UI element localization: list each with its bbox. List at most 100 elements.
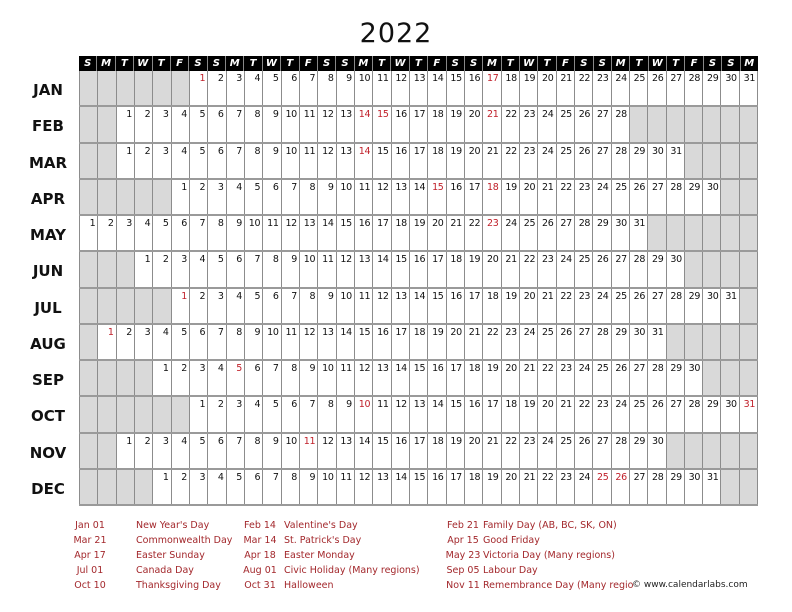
day-cell[interactable]: 6 <box>244 361 264 396</box>
day-cell[interactable]: 14 <box>354 143 374 178</box>
day-cell[interactable]: 26 <box>611 361 630 396</box>
day-cell[interactable]: 23 <box>501 324 520 359</box>
day-cell[interactable]: 7 <box>208 324 227 359</box>
day-cell[interactable]: 9 <box>226 216 245 251</box>
day-cell[interactable]: 13 <box>354 252 374 287</box>
day-cell[interactable]: 8 <box>318 397 337 432</box>
day-cell[interactable]: 9 <box>263 433 282 468</box>
day-cell[interactable]: 2 <box>208 397 227 432</box>
day-cell[interactable]: 12 <box>391 71 410 106</box>
day-cell[interactable]: 3 <box>226 397 245 432</box>
day-cell[interactable]: 28 <box>611 107 630 142</box>
day-cell[interactable]: 9 <box>336 71 355 106</box>
day-cell[interactable]: 1 <box>98 324 117 359</box>
day-cell[interactable]: 17 <box>409 107 429 142</box>
day-cell[interactable]: 20 <box>464 143 484 178</box>
day-cell[interactable]: 27 <box>611 252 630 287</box>
day-cell[interactable]: 11 <box>299 143 319 178</box>
day-cell[interactable]: 28 <box>666 288 685 323</box>
day-cell[interactable]: 9 <box>299 361 319 396</box>
day-cell[interactable]: 20 <box>538 71 557 106</box>
day-cell[interactable]: 2 <box>189 288 209 323</box>
day-cell[interactable]: 18 <box>464 361 484 396</box>
day-cell[interactable]: 5 <box>226 361 245 396</box>
day-cell[interactable]: 5 <box>208 252 227 287</box>
day-cell[interactable]: 9 <box>299 469 319 504</box>
day-cell[interactable]: 29 <box>629 433 649 468</box>
day-cell[interactable]: 16 <box>391 433 410 468</box>
day-cell[interactable]: 21 <box>538 179 557 214</box>
day-cell[interactable]: 29 <box>629 143 649 178</box>
day-cell[interactable]: 7 <box>244 252 264 287</box>
day-cell[interactable]: 30 <box>611 216 630 251</box>
day-cell[interactable]: 4 <box>208 469 227 504</box>
day-cell[interactable]: 25 <box>611 288 630 323</box>
day-cell[interactable]: 25 <box>556 433 575 468</box>
day-cell[interactable]: 6 <box>263 179 282 214</box>
day-cell[interactable]: 14 <box>409 179 429 214</box>
day-cell[interactable]: 31 <box>721 288 740 323</box>
day-cell[interactable]: 14 <box>428 71 447 106</box>
day-cell[interactable]: 25 <box>629 397 649 432</box>
day-cell[interactable]: 19 <box>446 143 465 178</box>
day-cell[interactable]: 7 <box>299 397 319 432</box>
day-cell[interactable]: 22 <box>556 179 575 214</box>
day-cell[interactable]: 25 <box>629 71 649 106</box>
day-cell[interactable]: 6 <box>208 433 227 468</box>
day-cell[interactable]: 8 <box>299 288 319 323</box>
day-cell[interactable]: 10 <box>336 288 355 323</box>
day-cell[interactable]: 1 <box>79 216 99 251</box>
day-cell[interactable]: 15 <box>336 216 355 251</box>
day-cell[interactable]: 18 <box>483 179 502 214</box>
day-cell[interactable]: 28 <box>684 71 704 106</box>
day-cell[interactable]: 2 <box>153 252 172 287</box>
day-cell[interactable]: 30 <box>703 288 722 323</box>
day-cell[interactable]: 16 <box>464 397 484 432</box>
day-cell[interactable]: 5 <box>189 143 209 178</box>
day-cell[interactable]: 14 <box>428 397 447 432</box>
day-cell[interactable]: 26 <box>538 216 557 251</box>
day-cell[interactable]: 13 <box>318 324 337 359</box>
day-cell[interactable]: 4 <box>244 397 264 432</box>
day-cell[interactable]: 10 <box>263 324 282 359</box>
day-cell[interactable]: 25 <box>593 361 612 396</box>
day-cell[interactable]: 4 <box>189 252 209 287</box>
day-cell[interactable]: 24 <box>611 71 630 106</box>
day-cell[interactable]: 7 <box>299 71 319 106</box>
day-cell[interactable]: 1 <box>134 252 154 287</box>
day-cell[interactable]: 25 <box>556 107 575 142</box>
day-cell[interactable]: 3 <box>208 179 227 214</box>
day-cell[interactable]: 6 <box>244 469 264 504</box>
day-cell[interactable]: 13 <box>391 288 410 323</box>
day-cell[interactable]: 9 <box>263 143 282 178</box>
day-cell[interactable]: 10 <box>281 107 300 142</box>
day-cell[interactable]: 4 <box>134 216 154 251</box>
day-cell[interactable]: 30 <box>648 143 667 178</box>
day-cell[interactable]: 6 <box>226 252 245 287</box>
day-cell[interactable]: 10 <box>318 361 337 396</box>
day-cell[interactable]: 25 <box>556 143 575 178</box>
day-cell[interactable]: 26 <box>611 469 630 504</box>
day-cell[interactable]: 3 <box>153 107 172 142</box>
day-cell[interactable]: 26 <box>574 107 594 142</box>
day-cell[interactable]: 26 <box>648 71 667 106</box>
day-cell[interactable]: 27 <box>574 324 594 359</box>
day-cell[interactable]: 10 <box>281 433 300 468</box>
day-cell[interactable]: 28 <box>611 143 630 178</box>
day-cell[interactable]: 31 <box>739 71 759 106</box>
day-cell[interactable]: 12 <box>318 107 337 142</box>
day-cell[interactable]: 11 <box>336 361 355 396</box>
day-cell[interactable]: 26 <box>556 324 575 359</box>
day-cell[interactable]: 21 <box>483 433 502 468</box>
day-cell[interactable]: 25 <box>611 179 630 214</box>
day-cell[interactable]: 10 <box>354 71 374 106</box>
day-cell[interactable]: 11 <box>373 397 392 432</box>
day-cell[interactable]: 14 <box>391 361 410 396</box>
day-cell[interactable]: 2 <box>134 143 154 178</box>
day-cell[interactable]: 17 <box>446 361 465 396</box>
day-cell[interactable]: 7 <box>226 143 245 178</box>
day-cell[interactable]: 22 <box>519 252 539 287</box>
day-cell[interactable]: 4 <box>244 71 264 106</box>
day-cell[interactable]: 4 <box>171 143 190 178</box>
day-cell[interactable]: 12 <box>299 324 319 359</box>
